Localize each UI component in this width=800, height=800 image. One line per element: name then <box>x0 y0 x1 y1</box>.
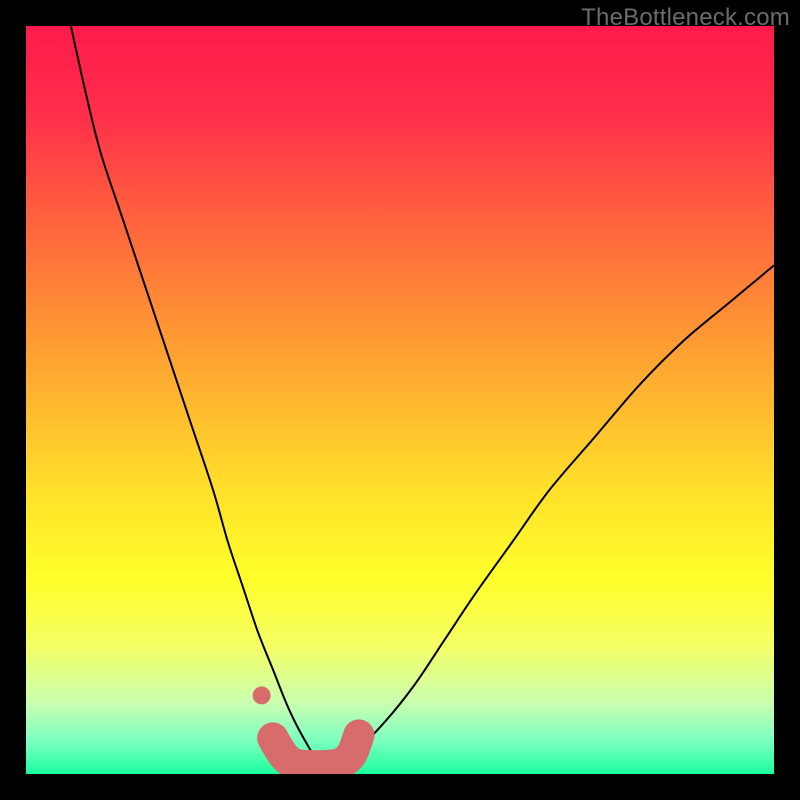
bottleneck-chart <box>26 26 774 774</box>
gradient-background <box>26 26 774 774</box>
chart-frame <box>26 26 774 774</box>
marker-left <box>253 686 271 704</box>
data-points <box>253 686 271 704</box>
watermark-text: TheBottleneck.com <box>581 4 790 32</box>
